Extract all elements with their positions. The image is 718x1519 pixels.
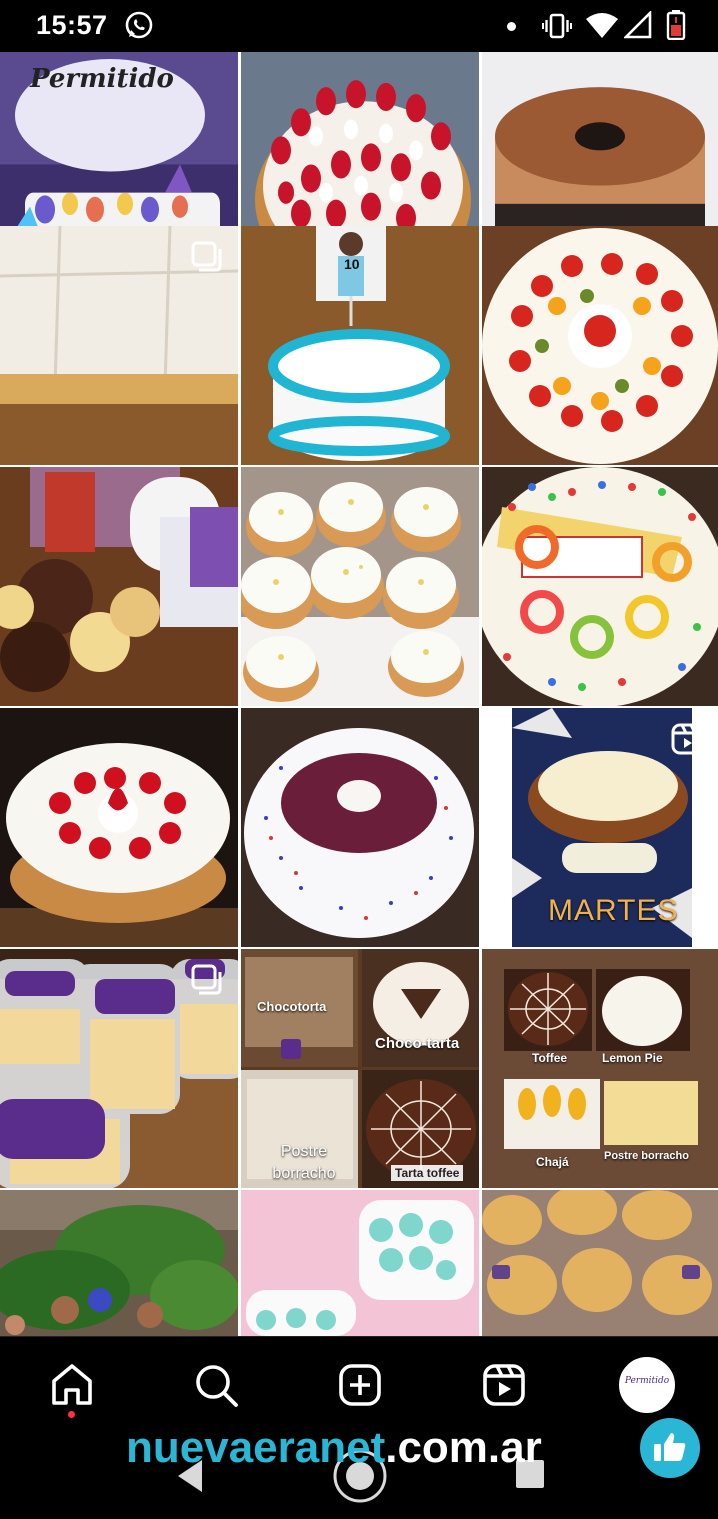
post-tile[interactable] xyxy=(0,708,238,947)
post-tile[interactable]: Chocotorta Choco-tarta Postre borracho T… xyxy=(241,949,479,1188)
post-tile[interactable] xyxy=(241,467,479,706)
post-image xyxy=(241,467,479,706)
collage-label-chocotorta: Chocotorta xyxy=(257,999,327,1014)
watermark-domain: .com.ar xyxy=(385,1423,542,1472)
post-tile[interactable] xyxy=(482,1190,718,1336)
post-caption: 10 xyxy=(344,256,360,272)
home-icon xyxy=(52,1364,92,1405)
nav-create[interactable] xyxy=(334,1359,386,1411)
post-image xyxy=(241,708,479,947)
post-tile[interactable] xyxy=(0,226,238,465)
post-tile[interactable] xyxy=(482,467,718,706)
collage-label-toffee: Toffee xyxy=(532,1051,568,1065)
post-image xyxy=(0,1190,238,1336)
post-caption: Permitido xyxy=(30,64,174,94)
notification-dot xyxy=(507,22,516,31)
wifi-icon xyxy=(586,13,618,38)
post-image xyxy=(241,226,479,465)
create-icon xyxy=(339,1364,381,1406)
collage-label-tarta-toffee: Tarta toffee xyxy=(391,1165,464,1181)
whatsapp-icon xyxy=(125,11,153,39)
post-image xyxy=(0,467,238,706)
status-time: 15:57 xyxy=(36,10,108,40)
post-image xyxy=(0,708,238,947)
post-image xyxy=(482,226,718,465)
post-image xyxy=(482,467,718,706)
multiple-posts-icon xyxy=(191,964,222,995)
collage-label-postre-borracho: Postre borracho xyxy=(272,1143,336,1182)
avatar-text: Permitido xyxy=(624,1376,670,1386)
status-bar: 15:57 xyxy=(0,0,718,52)
nav-reels[interactable] xyxy=(478,1359,530,1411)
vibrate-icon xyxy=(542,13,572,39)
post-tile[interactable] xyxy=(482,226,718,465)
battery-icon xyxy=(666,10,686,40)
thumbs-up-icon xyxy=(640,1418,700,1478)
cellular-icon xyxy=(624,11,652,39)
reels-icon xyxy=(483,1364,525,1406)
post-tile[interactable]: MARTES xyxy=(482,708,718,947)
nav-home[interactable] xyxy=(46,1359,98,1411)
reel-icon xyxy=(671,723,703,755)
collage-label-chaja: Chajá xyxy=(536,1155,569,1169)
post-tile[interactable] xyxy=(0,467,238,706)
post-tile[interactable] xyxy=(0,1190,238,1336)
thumbs-up-glyph xyxy=(654,1433,686,1461)
search-icon xyxy=(196,1365,238,1407)
post-tile[interactable] xyxy=(241,1190,479,1336)
post-tile[interactable]: Toffee Lemon Pie Chajá Postre borracho xyxy=(482,949,718,1188)
watermark: nuevaeranet.com.ar xyxy=(126,1418,542,1482)
notification-dot xyxy=(68,1411,75,1418)
post-tile[interactable] xyxy=(0,949,238,1188)
profile-avatar[interactable]: Permitido xyxy=(619,1357,675,1413)
post-image xyxy=(482,1190,718,1336)
collage-label-chocotarta: Choco-tarta xyxy=(375,1035,460,1052)
post-tile[interactable] xyxy=(241,708,479,947)
multiple-posts-icon xyxy=(191,241,222,272)
post-tile[interactable]: 10 xyxy=(241,226,479,465)
posts-grid: Permitido 10 MARTES Chocotorta Choco-tar… xyxy=(0,52,718,1336)
nav-search[interactable] xyxy=(190,1359,242,1411)
collage-label-lemon-pie: Lemon Pie xyxy=(602,1051,663,1065)
post-caption: MARTES xyxy=(548,894,679,927)
collage-label-postre-borracho-2: Postre borracho xyxy=(604,1150,689,1162)
post-image xyxy=(241,1190,479,1336)
watermark-brand: nuevaeranet xyxy=(126,1423,386,1472)
